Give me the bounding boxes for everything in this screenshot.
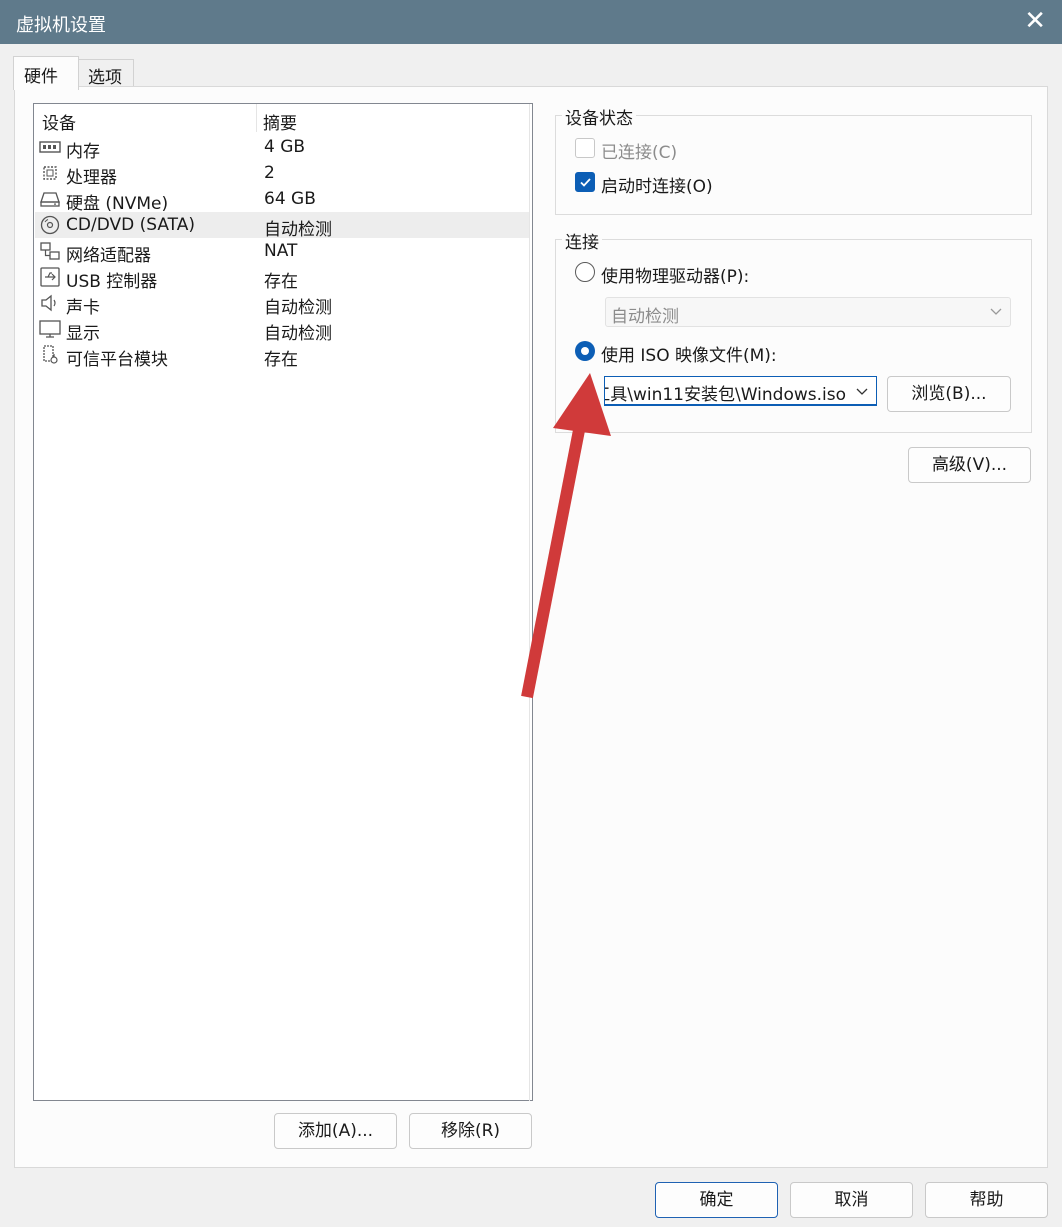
device-summary: 64 GB [264, 189, 316, 209]
connected-checkbox[interactable] [575, 138, 595, 158]
chevron-down-icon [990, 308, 1002, 315]
iso-image-label: 使用 ISO 映像文件(M): [601, 346, 777, 366]
device-name: 声卡 [66, 298, 100, 318]
connected-label: 已连接(C) [601, 143, 678, 163]
remove-device-button[interactable]: 移除(R) [409, 1113, 532, 1149]
sound-card-icon [41, 294, 56, 312]
physical-drive-label: 使用物理驱动器(P): [601, 267, 750, 287]
device-name: 可信平台模块 [66, 350, 168, 370]
device-name: 硬盘 (NVMe) [66, 194, 169, 214]
hard-disk-icon [40, 192, 60, 207]
physical-drive-radio[interactable] [575, 262, 595, 282]
device-name: USB 控制器 [66, 272, 158, 292]
physical-drive-value: 自动检测 [611, 307, 679, 327]
column-header-summary[interactable]: 摘要 [263, 109, 297, 134]
device-row-processor[interactable]: 处理器 2 [35, 160, 529, 188]
device-row-network-adapter[interactable]: 网络适配器 NAT [35, 238, 529, 266]
window-title: 虚拟机设置 [16, 15, 106, 36]
device-name: 网络适配器 [66, 246, 151, 266]
display-icon [39, 320, 61, 338]
cd-dvd-icon [40, 215, 60, 235]
device-list-header: 设备 摘要 [34, 104, 532, 134]
device-list[interactable]: 设备 摘要 内存 4 GB 处理器 2 硬盘 (NVMe) 64 GB CD/D… [33, 103, 533, 1101]
memory-icon [39, 141, 61, 153]
device-name: 显示 [66, 324, 100, 344]
device-summary: 自动检测 [264, 324, 332, 344]
tpm-icon [43, 345, 58, 364]
device-status-group [555, 115, 1032, 215]
connection-legend: 连接 [562, 228, 602, 253]
device-summary: NAT [264, 241, 298, 261]
column-header-device[interactable]: 设备 [42, 109, 76, 134]
device-row-cd-dvd[interactable]: CD/DVD (SATA) 自动检测 [35, 212, 529, 240]
device-name: 处理器 [66, 168, 117, 188]
connect-at-power-on-label: 启动时连接(O) [601, 177, 713, 197]
device-summary: 存在 [264, 272, 298, 292]
checkmark-icon [580, 178, 591, 187]
ok-button[interactable]: 确定 [655, 1182, 778, 1218]
add-device-button[interactable]: 添加(A)... [274, 1113, 397, 1149]
device-status-legend: 设备状态 [562, 104, 636, 129]
device-summary: 存在 [264, 350, 298, 370]
close-icon[interactable]: ✕ [1024, 8, 1046, 34]
device-row-memory[interactable]: 内存 4 GB [35, 134, 529, 162]
column-divider [256, 104, 257, 132]
device-row-display[interactable]: 显示 自动检测 [35, 316, 529, 344]
device-row-sound-card[interactable]: 声卡 自动检测 [35, 290, 529, 318]
device-row-hard-disk[interactable]: 硬盘 (NVMe) 64 GB [35, 186, 529, 214]
device-name: CD/DVD (SATA) [66, 215, 195, 235]
device-summary: 自动检测 [264, 220, 332, 240]
title-bar: 虚拟机设置 ✕ [0, 0, 1062, 44]
cancel-button[interactable]: 取消 [790, 1182, 913, 1218]
processor-icon [43, 166, 57, 180]
tab-hardware[interactable]: 硬件 [13, 56, 79, 90]
list-edge [529, 104, 530, 1101]
iso-image-radio[interactable] [575, 341, 595, 361]
connect-at-power-on-checkbox[interactable] [575, 172, 595, 192]
advanced-button[interactable]: 高级(V)... [908, 447, 1031, 483]
device-summary: 2 [264, 163, 275, 183]
device-row-usb-controller[interactable]: USB 控制器 存在 [35, 264, 529, 292]
device-summary: 4 GB [264, 137, 306, 157]
help-button[interactable]: 帮助 [925, 1182, 1048, 1218]
iso-path-combobox[interactable]: 工具\win11安装包\Windows.iso [604, 376, 877, 406]
device-summary: 自动检测 [264, 298, 332, 318]
device-row-tpm[interactable]: 可信平台模块 存在 [35, 342, 529, 370]
device-name: 内存 [66, 142, 100, 162]
physical-drive-select[interactable]: 自动检测 [605, 297, 1011, 327]
tab-options[interactable]: 选项 [78, 59, 134, 88]
network-adapter-icon [40, 242, 60, 260]
iso-path-value[interactable]: 工具\win11安装包\Windows.iso [605, 380, 846, 404]
browse-button[interactable]: 浏览(B)... [887, 376, 1011, 412]
chevron-down-icon[interactable] [856, 385, 868, 397]
usb-icon [40, 267, 60, 287]
